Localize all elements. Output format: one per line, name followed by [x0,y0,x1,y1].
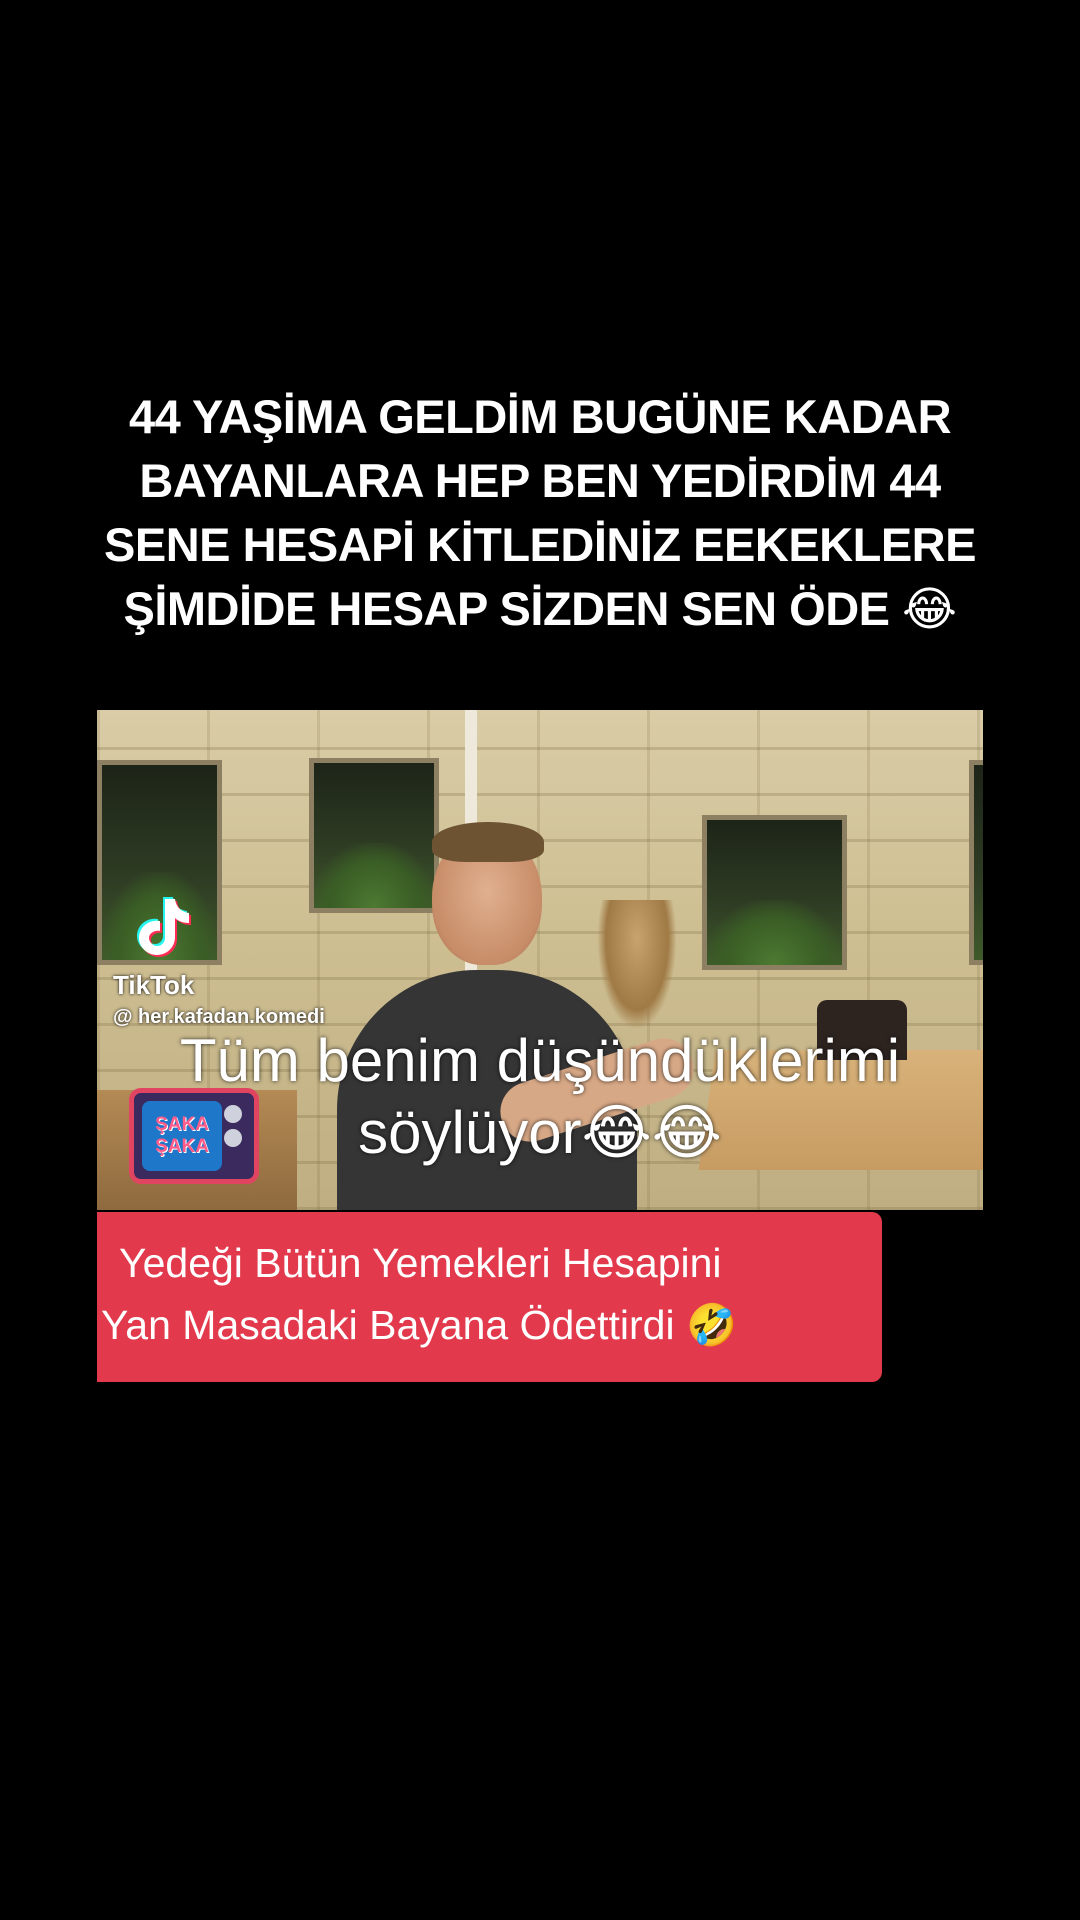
banner-line: Yedeği Bütün Yemekleri Hesapini [119,1240,722,1286]
man-hair [432,822,544,862]
overlay-caption-line: söylüyor😂😂 [358,1099,722,1166]
overlay-caption-line: Tüm benim düşündüklerimi [179,1027,901,1094]
red-caption-banner: Yedeği Bütün Yemekleri Hesapini Yan Masa… [97,1212,882,1382]
overlay-caption: Tüm benim düşündüklerimi söylüyor😂😂 [0,1025,1080,1169]
top-caption-line: ŞİMDİDE HESAP SİZDEN SEN ÖDE 😂 [123,582,957,635]
plant-niche [309,758,439,913]
top-caption-line: 44 YAŞİMA GELDİM BUGÜNE KADAR [128,390,952,443]
banner-line: Yan Masadaki Bayana Ödettirdi 🤣 [101,1302,738,1348]
top-caption: 44 YAŞİMA GELDİM BUGÜNE KADAR BAYANLARA … [0,385,1080,641]
top-caption-line: SENE HESAPİ KİTLEDİNİZ EEKEKLERE [104,518,976,571]
tiktok-watermark: TikTok [113,970,195,1000]
tiktok-logo-icon [137,897,191,957]
top-caption-line: BAYANLARA HEP BEN YEDİRDİM 44 [139,454,941,507]
woman-figure [597,900,677,1030]
plant-niche [702,815,847,970]
video-screen[interactable]: 44 YAŞİMA GELDİM BUGÜNE KADAR BAYANLARA … [0,0,1080,1920]
plant-niche [969,760,983,965]
